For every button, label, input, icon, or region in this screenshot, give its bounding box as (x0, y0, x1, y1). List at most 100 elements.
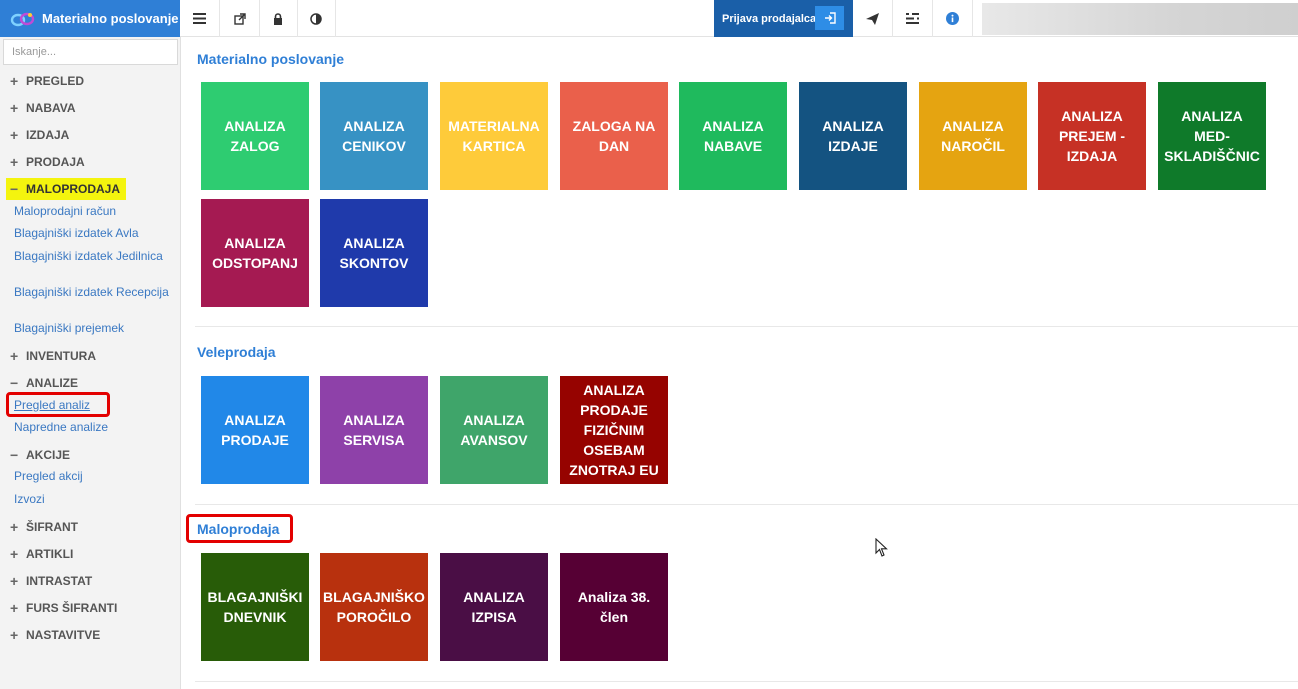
nav-section-analize[interactable]: − ANALIZE (10, 374, 78, 392)
nav-section-artikli[interactable]: + ARTIKLI (10, 545, 73, 563)
external-link-button[interactable] (220, 0, 260, 37)
logo-icon (10, 11, 36, 27)
nav-item-prejemek[interactable]: Blagajniški prejemek (14, 322, 174, 335)
send-icon (866, 12, 879, 25)
list-button[interactable] (180, 0, 220, 37)
tile-analiza-nabave[interactable]: ANALIZA NABAVE (679, 82, 787, 190)
nav-section-label: MALOPRODAJA (26, 182, 121, 196)
tile-analiza-cenikov[interactable]: ANALIZA CENIKOV (320, 82, 428, 190)
nav-section-inventura[interactable]: + INVENTURA (10, 347, 96, 365)
tile-analiza-prodaje-eu[interactable]: ANALIZA PRODAJE FIZIČNIM OSEBAM ZNOTRAJ … (560, 376, 668, 484)
plus-icon: + (10, 100, 19, 116)
top-bar: Materialno poslovanje Prijava prodajalca (0, 0, 1298, 37)
tile-analiza-avansov[interactable]: ANALIZA AVANSOV (440, 376, 548, 484)
plus-icon: + (10, 573, 19, 589)
tile-blagajnisko-porocilo[interactable]: BLAGAJNIŠKO POROČILO (320, 553, 428, 661)
nav-section-label: NASTAVITVE (26, 628, 101, 642)
group-title-veleprodaja: Veleprodaja (197, 344, 276, 360)
send-button[interactable] (853, 0, 893, 37)
group-title-materialno: Materialno poslovanje (197, 51, 345, 67)
plus-icon: + (10, 627, 19, 643)
nav-section-label: PREGLED (26, 74, 85, 88)
tile-analiza-izpisa[interactable]: ANALIZA IZPISA (440, 553, 548, 661)
mouse-cursor-icon (875, 538, 888, 557)
nav-section-intrastat[interactable]: + INTRASTAT (10, 572, 92, 590)
nav-item-izdatek-avla[interactable]: Blagajniški izdatek Avla (14, 227, 174, 240)
nav-item-maloprodajni-racun[interactable]: Maloprodajni račun (14, 205, 174, 218)
nav-section-prodaja[interactable]: + PRODAJA (10, 153, 85, 171)
lock-button[interactable] (258, 0, 298, 37)
nav-item-izdatek-recepcija[interactable]: Blagajniški izdatek Recepcija (14, 286, 174, 299)
seller-login-label: Prijava prodajalca (722, 12, 817, 25)
nav-item-pregled-akcij[interactable]: Pregled akcij (14, 470, 174, 483)
login-icon (824, 12, 836, 24)
tile-analiza-izdaje[interactable]: ANALIZA IZDAJE (799, 82, 907, 190)
nav-section-label: IZDAJA (26, 128, 70, 142)
divider (195, 326, 1298, 327)
nav-section-label: PRODAJA (26, 155, 85, 169)
plus-icon: + (10, 127, 19, 143)
external-link-icon (233, 12, 246, 25)
nav-section-akcije[interactable]: − AKCIJE (10, 446, 70, 464)
info-icon (946, 12, 959, 25)
sidebar: +PREGLED +NABAVA +IZDAJA +PRODAJA −MALOP… (0, 37, 181, 689)
settings-button[interactable] (893, 0, 933, 37)
tile-analiza-zalog[interactable]: ANALIZA ZALOG (201, 82, 309, 190)
nav-section-label: ŠIFRANT (26, 520, 78, 534)
user-area[interactable] (982, 3, 1298, 35)
divider (195, 681, 1298, 682)
tile-analiza-prejem-izdaja[interactable]: ANALIZA PREJEM - IZDAJA (1038, 82, 1146, 190)
tile-analiza-38-clen[interactable]: Analiza 38. člen (560, 553, 668, 661)
plus-icon: + (10, 73, 19, 89)
plus-icon: + (10, 519, 19, 535)
nav-section-sifrant[interactable]: + ŠIFRANT (10, 518, 78, 536)
info-button[interactable] (933, 0, 973, 37)
plus-icon: + (10, 546, 19, 562)
tile-analiza-odstopanj[interactable]: ANALIZA ODSTOPANJ (201, 199, 309, 307)
minus-icon: − (10, 181, 19, 197)
minus-icon: − (10, 375, 19, 391)
tile-zaloga-na-dan[interactable]: ZALOGA NA DAN (560, 82, 668, 190)
tile-analiza-med-skladiscnic[interactable]: ANALIZA MED-SKLADIŠČNIC (1158, 82, 1266, 190)
tile-analiza-servisa[interactable]: ANALIZA SERVISA (320, 376, 428, 484)
tile-blagajniski-dnevnik[interactable]: BLAGAJNIŠKI DNEVNIK (201, 553, 309, 661)
nav-section-label: ARTIKLI (26, 547, 74, 561)
nav-section-label: INTRASTAT (26, 574, 93, 588)
tile-analiza-narocil[interactable]: ANALIZA NAROČIL (919, 82, 1027, 190)
login-button[interactable] (815, 6, 844, 30)
app-title: Materialno poslovanje (42, 11, 179, 26)
nav-section-label: AKCIJE (26, 448, 71, 462)
nav-section-izdaja[interactable]: + IZDAJA (10, 126, 69, 144)
brand[interactable]: Materialno poslovanje (0, 0, 180, 37)
nav-section-label: FURS ŠIFRANTI (26, 601, 118, 615)
lock-icon (273, 12, 282, 25)
plus-icon: + (10, 154, 19, 170)
plus-icon: + (10, 348, 19, 364)
tile-materialna-kartica[interactable]: MATERIALNA KARTICA (440, 82, 548, 190)
highlight-box (6, 392, 110, 417)
plus-icon: + (10, 600, 19, 616)
nav-section-nastavitve[interactable]: + NASTAVITVE (10, 626, 100, 644)
divider (195, 504, 1298, 505)
nav-section-maloprodaja[interactable]: − MALOPRODAJA (6, 178, 127, 200)
nav-section-label: NABAVA (26, 101, 76, 115)
nav-item-napredne-analize[interactable]: Napredne analize (14, 421, 174, 434)
main-content: Materialno poslovanje ANALIZA ZALOG ANAL… (181, 37, 1298, 689)
contrast-icon (309, 12, 322, 25)
nav-item-izdatek-jedilnica[interactable]: Blagajniški izdatek Jedilnica (14, 250, 174, 263)
nav-section-nabava[interactable]: + NABAVA (10, 99, 76, 117)
highlight-box (186, 514, 293, 543)
seller-login[interactable]: Prijava prodajalca (714, 0, 853, 37)
settings-icon (906, 13, 919, 24)
list-icon (193, 13, 206, 24)
nav-section-label: ANALIZE (26, 376, 78, 390)
search-input[interactable] (3, 39, 178, 65)
nav-item-izvozi[interactable]: Izvozi (14, 493, 174, 506)
tile-analiza-prodaje[interactable]: ANALIZA PRODAJE (201, 376, 309, 484)
nav-section-pregled[interactable]: + PREGLED (10, 72, 84, 90)
tile-analiza-skontov[interactable]: ANALIZA SKONTOV (320, 199, 428, 307)
contrast-button[interactable] (296, 0, 336, 37)
nav-section-label: INVENTURA (26, 349, 97, 363)
nav-section-furs[interactable]: + FURS ŠIFRANTI (10, 599, 117, 617)
minus-icon: − (10, 447, 19, 463)
